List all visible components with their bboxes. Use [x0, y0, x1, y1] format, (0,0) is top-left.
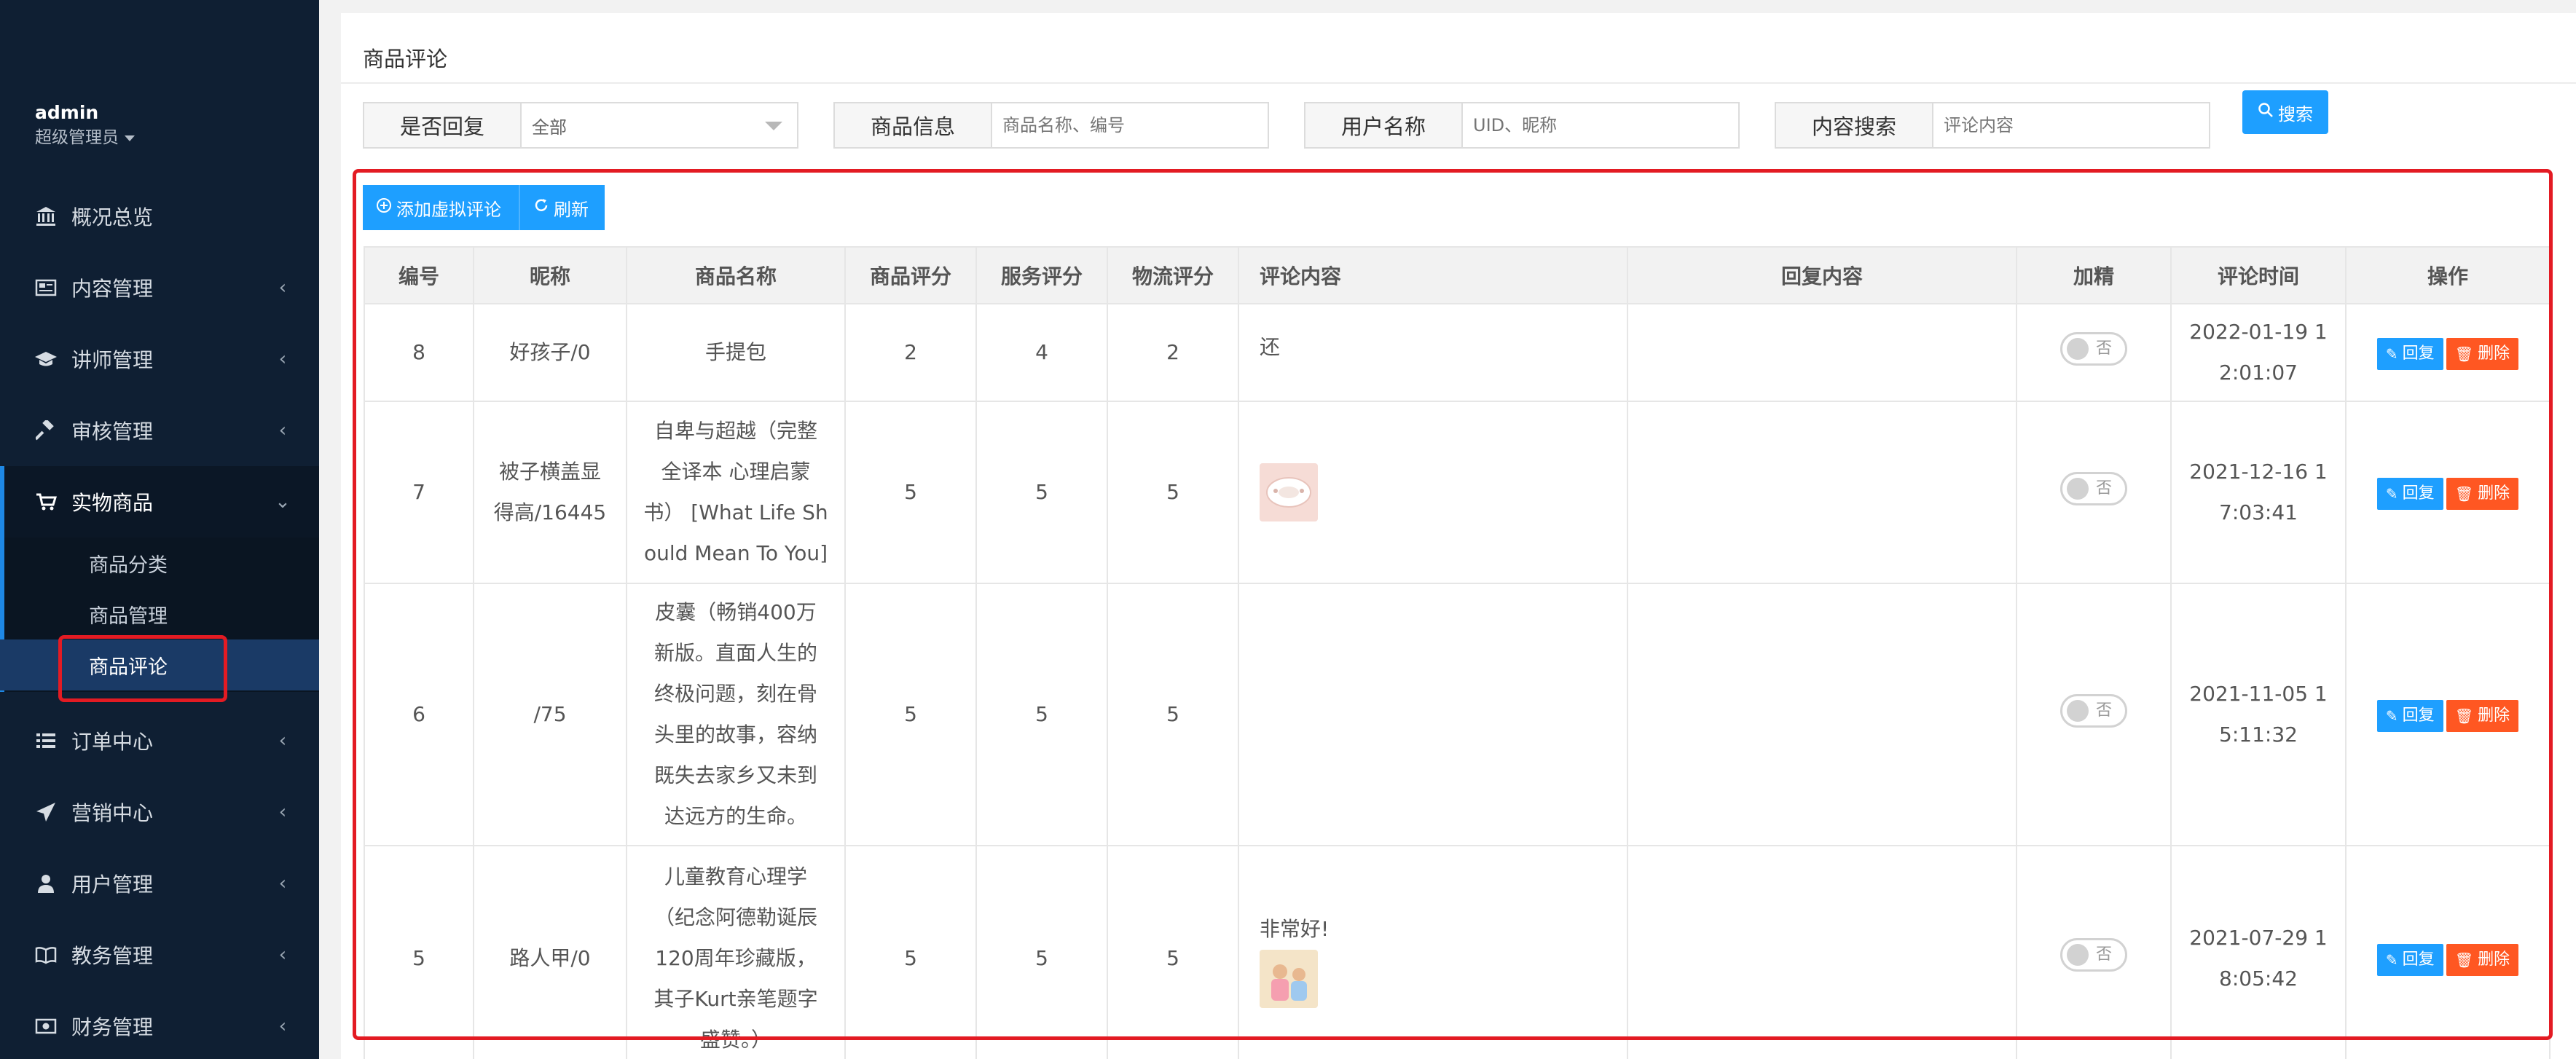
user-role-dropdown[interactable]: 超级管理员 — [35, 125, 135, 150]
paper-plane-icon — [34, 800, 58, 824]
sidebar-item-content[interactable]: 内容管理 ‹ — [0, 252, 319, 323]
bank-icon — [34, 204, 58, 229]
sidebar-item-label: 用户管理 — [71, 873, 154, 897]
sidebar-item-academic[interactable]: 教务管理 ‹ — [0, 919, 319, 991]
page-title: 商品评论 — [363, 47, 448, 71]
gavel-icon — [34, 418, 58, 443]
divider — [341, 82, 2576, 84]
user-info[interactable]: admin 超级管理员 — [35, 101, 135, 150]
chevron-left-icon: ‹ — [278, 348, 287, 370]
sidebar-item-finance[interactable]: 财务管理 ‹ — [0, 991, 319, 1059]
search-icon — [2258, 102, 2274, 122]
sidebar-item-label: 订单中心 — [71, 730, 154, 754]
sidebar-item-overview[interactable]: 概况总览 — [0, 181, 319, 252]
reply-filter: 是否回复 全部 — [363, 102, 798, 149]
sidebar-item-orders[interactable]: 订单中心 ‹ — [0, 705, 319, 776]
highlight-box — [353, 169, 2553, 1040]
sidebar-item-label: 营销中心 — [71, 801, 154, 825]
chevron-left-icon: ‹ — [278, 873, 287, 894]
user-name: admin — [35, 102, 99, 123]
user-role-label: 超级管理员 — [35, 128, 119, 147]
sidebar-subitem-label: 商品分类 — [89, 554, 168, 577]
sidebar-item-label: 内容管理 — [71, 277, 154, 301]
main-content: 商品评论 是否回复 全部 商品信息 用户名称 内容搜索 — [319, 0, 2576, 1059]
list-icon — [34, 728, 58, 753]
caret-down-icon — [125, 135, 135, 141]
sidebar-item-teachers[interactable]: 讲师管理 ‹ — [0, 323, 319, 395]
sidebar-item-label: 实物商品 — [71, 491, 154, 515]
app-root: admin 超级管理员 概况总览 内容管理 ‹ 讲师管理 ‹ 审核管理 ‹ 实物… — [0, 0, 2576, 1059]
filter-label: 用户名称 — [1305, 103, 1463, 147]
filter-label: 是否回复 — [364, 103, 522, 147]
graduation-cap-icon — [34, 347, 58, 371]
reply-select-value: 全部 — [532, 117, 567, 138]
user-filter: 用户名称 — [1304, 102, 1740, 149]
money-icon — [34, 1014, 58, 1039]
product-search-input[interactable] — [992, 103, 1268, 147]
product-filter: 商品信息 — [833, 102, 1269, 149]
filter-label: 内容搜索 — [1776, 103, 1933, 147]
content-filter: 内容搜索 — [1775, 102, 2210, 149]
user-search-input[interactable] — [1463, 103, 1738, 147]
sidebar-item-physical-goods[interactable]: 实物商品 ⌄ — [0, 466, 319, 538]
reply-select[interactable]: 全部 — [522, 103, 797, 147]
book-icon — [34, 942, 58, 967]
chevron-left-icon: ‹ — [278, 730, 287, 752]
chevron-left-icon: ‹ — [278, 801, 287, 823]
sidebar-item-users[interactable]: 用户管理 ‹ — [0, 848, 319, 919]
sidebar-item-marketing[interactable]: 营销中心 ‹ — [0, 776, 319, 848]
sidebar-subitem-category[interactable]: 商品分类 — [0, 538, 319, 588]
chevron-left-icon: ‹ — [278, 420, 287, 441]
sidebar-item-label: 讲师管理 — [71, 348, 154, 372]
search-button-label: 搜索 — [2278, 103, 2313, 125]
user-icon — [34, 871, 58, 896]
sidebar-subitem-label: 商品管理 — [89, 605, 168, 628]
chevron-left-icon: ‹ — [278, 1015, 287, 1037]
sidebar-subitem-goods[interactable]: 商品管理 — [0, 588, 319, 639]
newspaper-icon — [34, 275, 58, 300]
sidebar-item-label: 审核管理 — [71, 420, 154, 444]
sidebar-item-review[interactable]: 审核管理 ‹ — [0, 395, 319, 466]
sidebar-item-label: 教务管理 — [71, 944, 154, 968]
sidebar-item-label: 概况总览 — [71, 205, 154, 229]
sidebar-item-label: 财务管理 — [71, 1015, 154, 1039]
chevron-left-icon: ‹ — [278, 944, 287, 966]
chevron-left-icon: ‹ — [278, 277, 287, 299]
highlight-box — [58, 635, 227, 702]
search-button[interactable]: 搜索 — [2242, 90, 2328, 134]
filter-label: 商品信息 — [835, 103, 992, 147]
sidebar: admin 超级管理员 概况总览 内容管理 ‹ 讲师管理 ‹ 审核管理 ‹ 实物… — [0, 0, 319, 1059]
content-search-input[interactable] — [1933, 103, 2209, 147]
chevron-down-icon: ⌄ — [275, 491, 291, 513]
cart-icon — [34, 489, 58, 514]
caret-down-icon — [765, 122, 782, 130]
